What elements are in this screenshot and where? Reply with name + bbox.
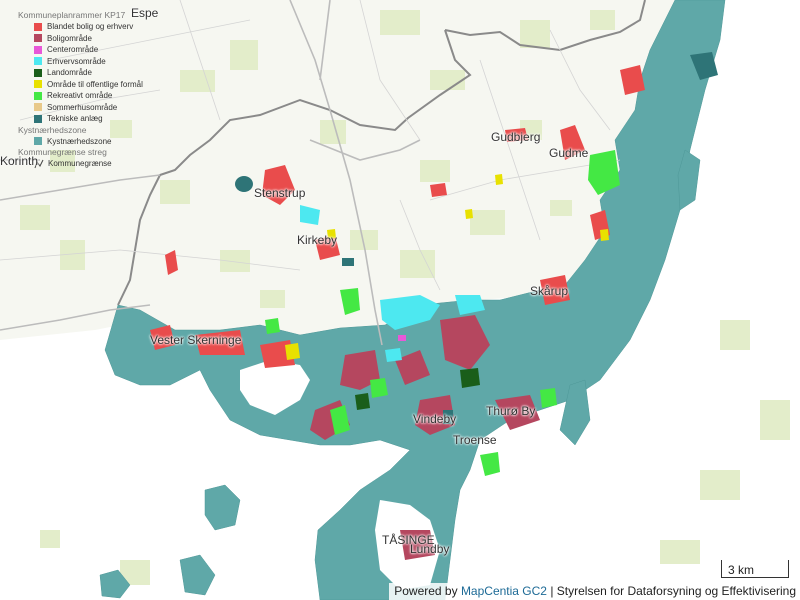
legend-item: Centerområde [18,44,158,56]
legend-label: Rekreativt område [47,91,113,101]
legend-label: Boligområde [47,33,92,43]
legend-swatch [34,103,42,112]
legend-label: Område til offentlige formål [47,79,143,89]
place-label-lundby: Lundby [410,542,450,556]
legend-label: Sommerhusområde [47,102,118,112]
legend-label: Centerområde [47,45,99,55]
legend-item: Rekreativt område [18,90,158,102]
legend-item: Erhvervsområde [18,56,158,68]
place-label-vindeby: Vindeby [413,412,457,426]
map-legend: Kommuneplanrammer KP17 Blandet bolig og … [18,10,158,170]
place-label-thuro-by: Thurø By [486,404,536,418]
attribution: Powered by MapCentia GC2 | Styrelsen for… [389,583,800,600]
attribution-suffix: | Styrelsen for Dataforsyning og Effekti… [546,584,796,598]
legend-label: Tekniske anlæg [47,114,103,124]
legend-label: Erhvervsområde [47,56,106,66]
legend-label: Landområde [47,68,92,78]
place-label-kirkeby: Kirkeby [297,233,338,247]
zoning-center [398,335,406,341]
legend-items: Blandet bolig og erhverv Boligområde Cente… [18,21,158,125]
legend-swatch [34,80,42,89]
legend-item: Blandet bolig og erhverv [18,21,158,33]
legend-swatch [34,68,42,77]
legend-item: Tekniske anlæg [18,113,158,125]
legend-swatch [34,114,42,123]
place-label-troense: Troense [453,433,497,447]
legend-item-coastal: Kystnærhedszone [18,136,158,148]
legend-item: Område til offentlige formål [18,79,158,91]
legend-swatch [34,45,42,54]
legend-item: Sommerhusområde [18,102,158,114]
scale-bar-label: 3 km [728,563,755,577]
legend-title-boundary: Kommunegrænse streg [18,147,107,157]
legend-swatch [34,34,42,43]
attribution-prefix: Powered by [394,584,461,598]
legend-item-boundary: Kommunegrænse [18,158,158,170]
legend-swatch [34,91,42,100]
attribution-link[interactable]: MapCentia GC2 [461,584,547,598]
place-label-korinth: Korinth [0,154,39,168]
place-label-skarup: Skårup [530,284,569,298]
place-label-stenstrup: Stenstrup [254,186,306,200]
legend-item: Boligområde [18,33,158,45]
place-label-vester-skerninge: Vester Skerninge [150,333,242,347]
scale-bar: 3 km [721,560,789,578]
legend-label: Blandet bolig og erhverv [47,22,134,32]
place-label-gudme: Gudme [549,146,589,160]
legend-swatch [34,57,42,66]
legend-title-coastal: Kystnærhedszone [18,124,87,135]
legend-swatch [34,137,42,146]
legend-label: Kystnærhedszone [47,136,112,146]
place-label-gudbjerg: Gudbjerg [491,130,541,144]
legend-item: Landområde [18,67,158,79]
place-label-espe: Espe [131,6,159,20]
legend-swatch [34,22,42,31]
legend-label: Kommunegrænse [48,159,112,169]
